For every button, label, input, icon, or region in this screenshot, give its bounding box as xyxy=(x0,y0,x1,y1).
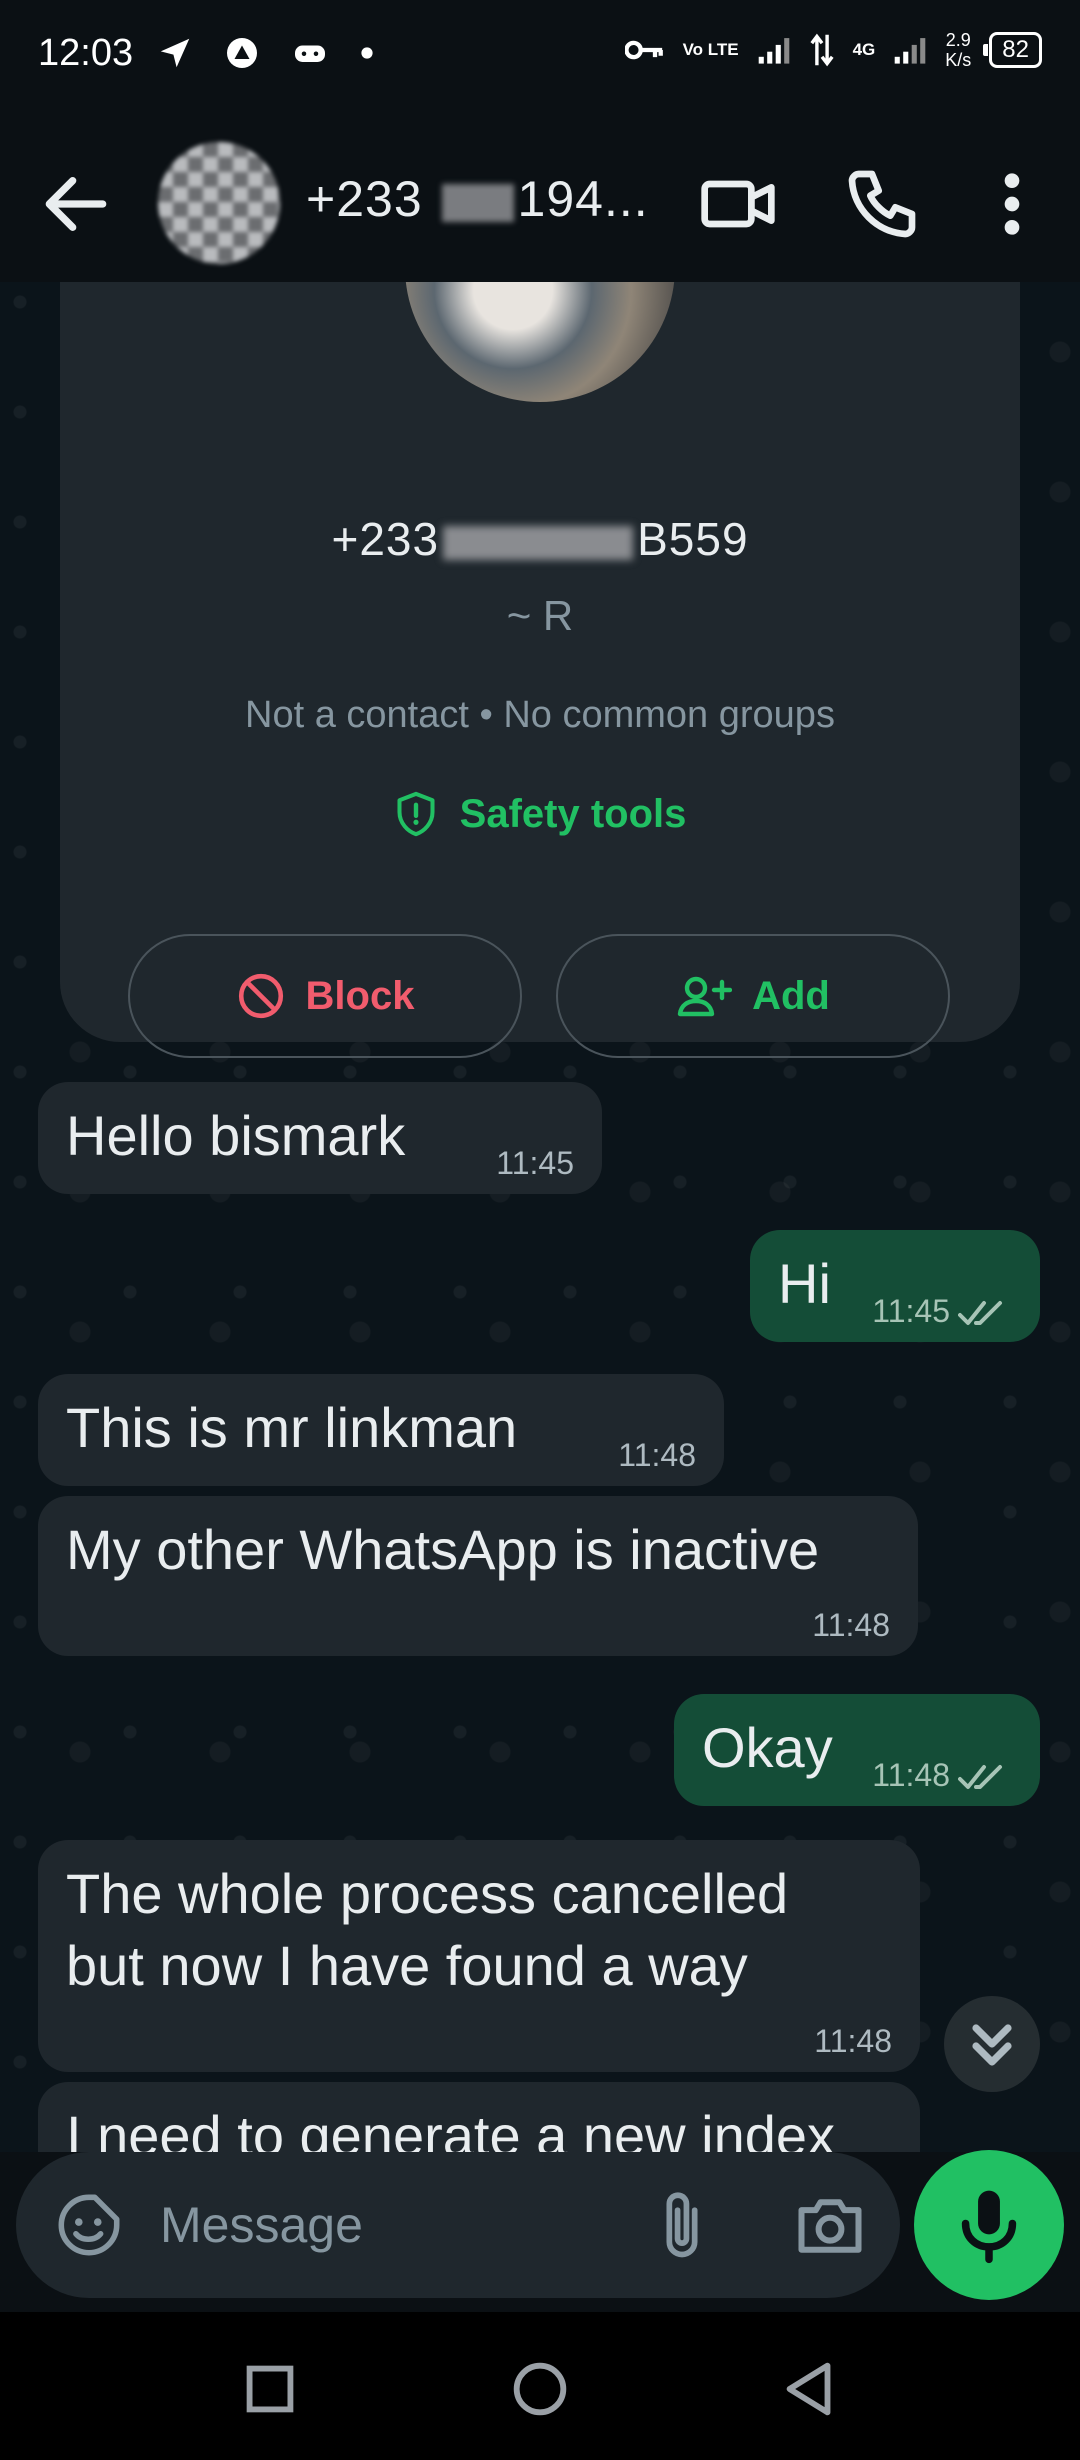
square-icon xyxy=(246,2365,294,2413)
message-bubble-outgoing[interactable]: Hi 11:45 xyxy=(750,1230,1040,1342)
sticker-button[interactable] xyxy=(54,2190,124,2260)
message-text: This is mr linkman xyxy=(66,1396,518,1459)
contact-title[interactable]: +233 194... xyxy=(306,170,649,228)
contact-phone-number: +233 B559 xyxy=(60,512,1020,566)
app-notification-icon xyxy=(227,38,257,68)
redacted-digits xyxy=(441,183,514,222)
message-text: The whole process cancelled but now I ha… xyxy=(66,1862,789,1997)
message-bubble-incoming[interactable]: I need to generate a new index xyxy=(38,2082,920,2152)
message-composer xyxy=(16,2152,900,2298)
voice-call-button[interactable] xyxy=(842,164,922,244)
block-icon xyxy=(238,973,283,1019)
notification-icons xyxy=(156,34,374,72)
contact-profile-photo[interactable] xyxy=(405,282,675,402)
recents-button[interactable] xyxy=(235,2354,305,2424)
signal-2-icon xyxy=(894,38,926,64)
microphone-icon xyxy=(961,2190,1017,2264)
message-text: Hello bismark xyxy=(66,1104,406,1167)
message-time: 11:48 xyxy=(872,1757,950,1793)
message-text: Hi xyxy=(778,1252,831,1315)
back-arrow-icon xyxy=(45,177,107,231)
status-bar: 12:03 Vo LTE 4G 2.9 K/s 82 xyxy=(0,0,1080,112)
circle-icon xyxy=(513,2362,567,2416)
title-suffix: 194... xyxy=(517,171,649,227)
camera-button[interactable] xyxy=(792,2188,868,2264)
add-contact-button[interactable]: Add xyxy=(556,934,950,1058)
chat-header: +233 194... xyxy=(0,112,1080,282)
contact-meta: Not a contact • No common groups xyxy=(245,694,835,736)
chat-area[interactable]: +233 B559 ~ R Not a contact • No common g… xyxy=(0,282,1080,2152)
speed-value: 2.9 xyxy=(945,30,971,50)
message-time: 11:45 xyxy=(872,1293,950,1329)
more-vertical-icon xyxy=(1004,173,1020,235)
message-time: 11:48 xyxy=(618,1437,696,1473)
status-time: 12:03 xyxy=(38,32,134,74)
add-person-icon xyxy=(677,976,733,1017)
speed-unit: K/s xyxy=(945,50,972,70)
message-bubble-incoming[interactable]: My other WhatsApp is inactive 11:48 xyxy=(38,1496,918,1656)
phone-icon xyxy=(848,170,916,238)
gamepad-icon xyxy=(295,45,325,62)
safety-tools-link[interactable]: Safety tools xyxy=(60,790,1020,838)
back-button[interactable] xyxy=(36,164,116,244)
message-bubble-outgoing[interactable]: Okay 11:48 xyxy=(674,1694,1040,1806)
data-arrows-icon xyxy=(810,33,834,67)
message-text: My other WhatsApp is inactive xyxy=(66,1518,820,1581)
message-time: 11:48 xyxy=(812,1607,890,1643)
data-type-label: 4G xyxy=(852,40,876,59)
redacted-number xyxy=(443,525,634,560)
more-options-button[interactable] xyxy=(982,164,1042,244)
message-text: I need to generate a new index xyxy=(66,2104,836,2152)
contact-info-card: +233 B559 ~ R Not a contact • No common g… xyxy=(60,282,1020,1058)
message-text: Okay xyxy=(702,1716,833,1779)
scroll-to-bottom-button[interactable] xyxy=(944,1996,1040,2092)
system-status: Vo LTE 4G 2.9 K/s 82 xyxy=(624,30,1042,70)
message-time: 11:48 xyxy=(814,2023,892,2059)
video-call-button[interactable] xyxy=(698,164,778,244)
number-suffix: B559 xyxy=(637,513,749,565)
vpn-key-icon xyxy=(624,40,663,60)
message-time: 11:45 xyxy=(496,1145,574,1181)
read-receipt-icon xyxy=(958,1301,1002,1325)
paperclip-icon xyxy=(666,2192,698,2258)
contact-push-name: ~ R xyxy=(506,592,574,639)
block-button[interactable]: Block xyxy=(128,934,522,1058)
message-bubble-incoming[interactable]: Hello bismark 11:45 xyxy=(38,1082,602,1194)
double-chevron-down-icon xyxy=(972,2024,1012,2066)
read-receipt-icon xyxy=(958,1765,1002,1789)
navigation-icon xyxy=(160,38,190,68)
signal-icon xyxy=(758,38,789,64)
number-prefix: +233 xyxy=(331,513,440,565)
triangle-back-icon xyxy=(786,2362,831,2416)
block-label: Block xyxy=(305,973,415,1018)
safety-tools-label: Safety tools xyxy=(459,791,687,836)
sticker-smiley-icon xyxy=(58,2194,120,2256)
battery-indicator: 82 xyxy=(983,32,1042,68)
volte-label: Vo LTE xyxy=(682,40,739,59)
message-bubble-incoming[interactable]: This is mr linkman 11:48 xyxy=(38,1374,724,1486)
title-prefix: +233 xyxy=(306,171,423,227)
system-navigation-bar xyxy=(0,2312,1080,2460)
shield-icon xyxy=(397,791,435,837)
network-speed: 2.9 K/s xyxy=(945,30,971,70)
add-label: Add xyxy=(752,973,830,1018)
video-camera-icon xyxy=(701,180,775,228)
back-nav-button[interactable] xyxy=(775,2354,845,2424)
home-button[interactable] xyxy=(505,2354,575,2424)
contact-avatar[interactable] xyxy=(158,142,280,264)
dot-icon xyxy=(361,47,373,59)
message-input[interactable] xyxy=(160,2182,620,2268)
voice-message-button[interactable] xyxy=(914,2150,1064,2300)
message-bubble-incoming[interactable]: The whole process cancelled but now I ha… xyxy=(38,1840,920,2072)
camera-icon xyxy=(798,2199,862,2253)
attach-button[interactable] xyxy=(652,2188,712,2264)
